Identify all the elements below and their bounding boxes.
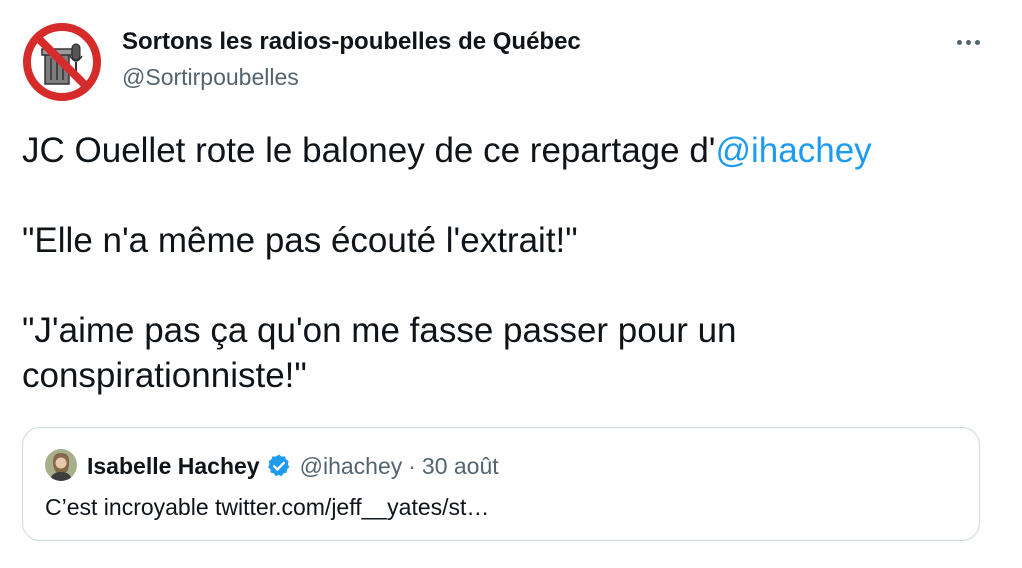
tweet-text-segment: JC Ouellet rote le baloney de ce reparta… [22,131,716,170]
author-handle[interactable]: @Sortirpoubelles [122,64,299,91]
tweet-text: JC Ouellet rote le baloney de ce reparta… [22,128,1002,398]
tweet-paragraph: JC Ouellet rote le baloney de ce reparta… [22,128,1002,173]
portrait-icon [45,449,77,481]
tweet: Sortons les radios-poubelles de Québec @… [0,0,1022,568]
quoted-author-name[interactable]: Isabelle Hachey [87,452,260,480]
quoted-tweet-date[interactable]: 30 août [422,452,499,480]
quoted-tweet-card[interactable]: Isabelle Hachey @ihachey · 30 août C’est… [22,427,980,541]
mention-link[interactable]: @ihachey [716,131,872,170]
separator-dot: · [408,453,416,479]
more-options-button[interactable] [944,22,992,62]
more-options-icon-dot [965,39,971,45]
tweet-paragraph: "Elle n'a même pas écouté l'extrait!" [22,221,578,260]
quoted-author-avatar[interactable] [45,449,77,481]
more-options-icon [956,39,962,45]
author-avatar[interactable] [22,22,102,102]
author-name[interactable]: Sortons les radios-poubelles de Québec [122,28,581,56]
no-trash-radio-logo-icon [22,22,102,102]
verified-badge-icon [267,454,289,477]
tweet-paragraph: "J'aime pas ça qu'on me fasse passer pou… [22,311,737,395]
quoted-author-handle[interactable]: @ihachey [300,452,403,480]
quoted-tweet-text: C’est incroyable twitter.com/jeff__yates… [45,494,490,520]
more-options-icon-dot [974,39,980,45]
quoted-tweet-header: Isabelle Hachey @ihachey · 30 août [87,452,499,480]
